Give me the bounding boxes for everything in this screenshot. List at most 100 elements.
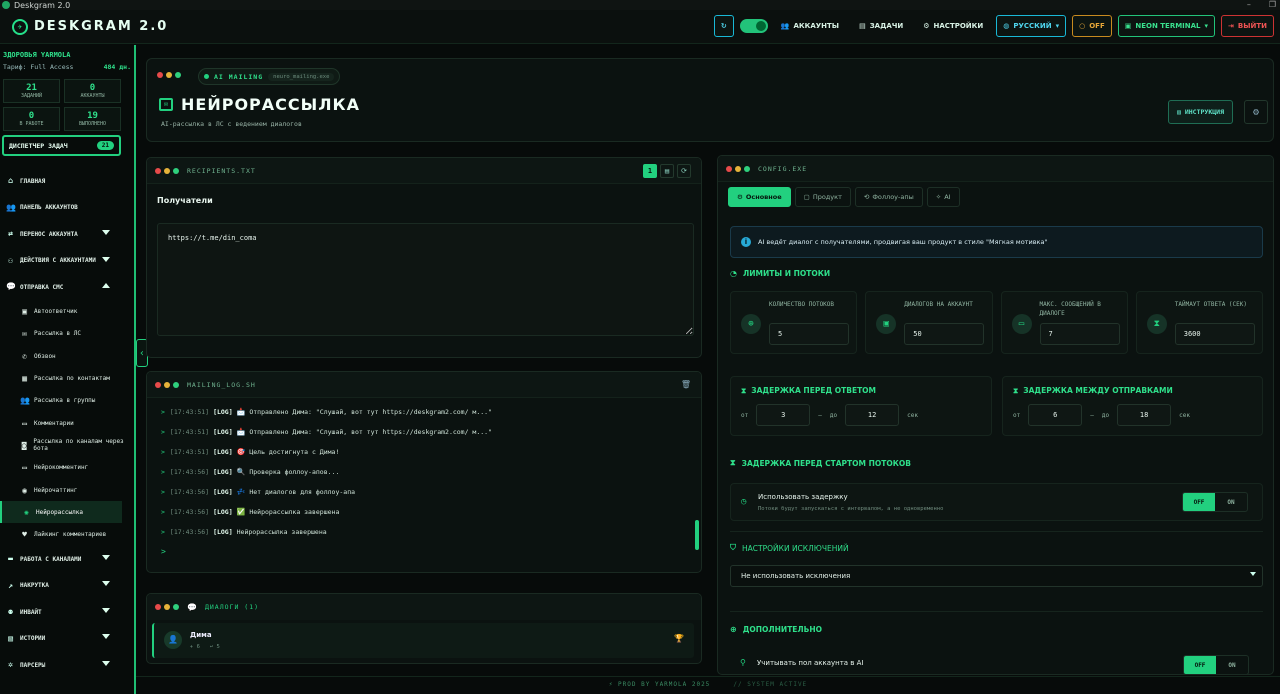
- window-dots: [726, 165, 750, 172]
- language-select[interactable]: ◍ РУССКИЙ ▾: [996, 15, 1067, 37]
- gear-icon: ⚙: [737, 193, 743, 201]
- file-icon[interactable]: ▤: [660, 164, 674, 178]
- sidebar-item-label: ПАНЕЛЬ АККАУНТОВ: [20, 204, 78, 212]
- reply-delay-min-input[interactable]: [756, 404, 811, 426]
- start-delay-switch[interactable]: OFF ON: [1182, 492, 1248, 512]
- recipients-textarea[interactable]: https://t.me/din_coma: [157, 223, 694, 336]
- reply-delay-title: ⧗ ЗАДЕРЖКА ПЕРЕД ОТВЕТОМ: [741, 386, 877, 395]
- hourglass-icon: ⧗: [1013, 386, 1019, 395]
- dispatcher-label: ДИСПЕТЧЕР ЗАДАЧ: [9, 141, 68, 150]
- sync-icon[interactable]: ⟳: [677, 164, 691, 178]
- gender-ai-switch[interactable]: OFF ON: [1183, 655, 1249, 674]
- sidebar-subitem-label: Нейрочаттинг: [34, 486, 78, 494]
- instructions-button[interactable]: ▥ ИНСТРУКЦИЯ: [1167, 100, 1233, 124]
- sidebar-subitem-dm[interactable]: ✉ Рассылка в ЛС: [0, 323, 134, 345]
- panel-title: RECIPIENTS.TXT: [187, 166, 256, 175]
- log-scrollbar[interactable]: [695, 520, 699, 550]
- user-plan: Тариф: Full Access 484 дн.: [3, 63, 131, 71]
- tab-followups[interactable]: ⟲ Фоллоу-апы: [854, 187, 923, 207]
- sidebar-item-accounts-panel[interactable]: 👥 ПАНЕЛЬ АККАУНТОВ: [0, 195, 134, 222]
- switch-off[interactable]: OFF: [1183, 493, 1215, 511]
- instructions-label: ИНСТРУКЦИЯ: [1184, 108, 1224, 116]
- page-settings-button[interactable]: ⚙: [1244, 100, 1268, 124]
- exclusions-select[interactable]: Не использовать исключения: [730, 565, 1263, 587]
- sidebar-subitem-autoreply[interactable]: ▣ Автоответчик: [0, 301, 134, 323]
- limit-card-messages: ▭ МАКС. СООБЩЕНИЙ В ДИАЛОГЕ: [1000, 291, 1128, 354]
- refresh-button[interactable]: ↻: [713, 15, 734, 37]
- task-dispatcher-button[interactable]: ДИСПЕТЧЕР ЗАДАЧ 21: [2, 135, 121, 156]
- page-number-button[interactable]: 1: [643, 164, 657, 178]
- trash-icon[interactable]: 🗑: [681, 380, 691, 389]
- theme-label: NEON TERMINAL: [1135, 22, 1201, 30]
- dialogs-per-account-input[interactable]: [904, 323, 985, 345]
- terminal-icon: ▣: [1124, 22, 1132, 30]
- off-button[interactable]: ○ OFF: [1072, 15, 1112, 37]
- log-line: > [17:43:56] [LOG] 💤 Нет диалогов для фоллоу…: [161, 488, 356, 496]
- sidebar-subitem-groups[interactable]: 👥 Рассылка в группы: [0, 390, 134, 412]
- dialog-name: Дима: [190, 631, 212, 639]
- switch-on[interactable]: ON: [1216, 656, 1248, 674]
- dialog-item[interactable]: 👤 Дима ✈ 6 ↩ 5 🏆: [152, 623, 694, 658]
- minimize-icon[interactable]: –: [1247, 0, 1251, 9]
- dialog-meta: ✈ 6 ↩ 5: [190, 644, 220, 650]
- sidebar-subitem-bot-channels[interactable]: ◙ Рассылка по каналам через бота: [0, 434, 134, 456]
- sidebar-item-parsers[interactable]: ✲ ПАРСЕРЫ: [0, 652, 134, 679]
- chevron-down-icon: [102, 634, 110, 640]
- message-icon: ▭: [1011, 314, 1032, 334]
- switch-off[interactable]: OFF: [1184, 656, 1216, 674]
- logout-label: ВЫЙТИ: [1237, 22, 1267, 30]
- settings-button[interactable]: ⚙ НАСТРОЙКИ: [916, 15, 990, 37]
- recipients-panel: RECIPIENTS.TXT 1 ▤ ⟳ Получатели https://…: [146, 157, 702, 358]
- sidebar-item-boost[interactable]: ↗ НАКРУТКА: [0, 572, 134, 599]
- log-output: > [17:43:51] [LOG] 📩 Отправлено Дима: "Слуша…: [147, 400, 699, 568]
- log-line: > [17:43:51] [LOG] 🎯 Цель достигнута с Дима!: [161, 448, 340, 456]
- chevron-down-icon: [1250, 572, 1256, 576]
- threads-input[interactable]: [769, 323, 849, 345]
- timeout-input[interactable]: [1174, 323, 1255, 345]
- start-delay-label: Использовать задержку: [758, 493, 848, 501]
- tab-ai[interactable]: ✧ AI: [926, 187, 960, 207]
- sidebar-subitem-neuromail[interactable]: ✺ Нейрорассылка: [0, 501, 122, 524]
- maximize-icon[interactable]: ❐: [1269, 0, 1276, 9]
- sidebar-item-transfer[interactable]: ⇄ ПЕРЕНОС АККАУНТА: [0, 221, 134, 248]
- accounts-button[interactable]: 👥 АККАУНТЫ: [774, 15, 846, 37]
- sidebar-item-main[interactable]: ⌂ ГЛАВНАЯ: [0, 168, 134, 195]
- chevron-down-icon: [102, 554, 110, 560]
- sidebar-subitem-neurocomment[interactable]: ▭ Нейрокомментинг: [0, 457, 134, 479]
- sidebar-subitem-label: Рассылка в группы: [34, 397, 96, 405]
- sidebar-subitem-comments[interactable]: ▭ Комментарии: [0, 412, 134, 434]
- comment-icon: ▭: [22, 418, 27, 428]
- sidebar-subitem-contacts[interactable]: ▦ Рассылка по контактам: [0, 367, 134, 389]
- sidebar-subitem-likes[interactable]: ♥ Лайкинг комментариев: [0, 523, 134, 545]
- tab-main[interactable]: ⚙ Основное: [728, 187, 791, 207]
- sparkle-icon: ✧: [935, 193, 942, 201]
- sidebar-item-invite[interactable]: ⚉ ИНВАЙТ: [0, 599, 134, 626]
- stat-card: 0В РАБОТЕ: [3, 107, 60, 131]
- log-prompt[interactable]: >: [161, 547, 685, 556]
- language-label: РУССКИЙ: [1013, 22, 1052, 30]
- tab-product[interactable]: ▢ Продукт: [794, 187, 851, 207]
- sidebar-item-sms[interactable]: 💬 ОТПРАВКА СМС: [0, 274, 134, 301]
- send-delay-max-input[interactable]: [1117, 404, 1172, 426]
- theme-select[interactable]: ▣ NEON TERMINAL ▾: [1117, 15, 1216, 37]
- top-bar: ✈ DESKGRAM 2.0 ↻ 👥 АККАУНТЫ ▤ ЗАДАЧИ ⚙ НАСТ…: [0, 10, 1280, 44]
- sidebar-subitem-calls[interactable]: ✆ Обзвон: [0, 345, 134, 367]
- sidebar-item-stories[interactable]: ▧ ИСТОРИИ: [0, 625, 134, 652]
- limits-grid: ⊕ КОЛИЧЕСТВО ПОТОКОВ ▣ ДИАЛОГОВ НА АККАУНТ…: [730, 291, 1263, 354]
- megaphone-icon: ▬: [8, 554, 13, 564]
- tasks-button[interactable]: ▤ ЗАДАЧИ: [852, 15, 910, 37]
- sidebar-subitem-neurochat[interactable]: ◉ Нейрочаттинг: [0, 479, 134, 501]
- page-subtitle: AI-рассылка в ЛС с ведением диалогов: [161, 120, 302, 128]
- sidebar-subitem-label: Обзвон: [34, 352, 56, 360]
- max-messages-input[interactable]: [1039, 323, 1120, 345]
- send-delay-min-input[interactable]: [1028, 404, 1083, 426]
- app-icon: [2, 1, 10, 9]
- sidebar-item-channels[interactable]: ▬ РАБОТА С КАНАЛАМИ: [0, 546, 134, 573]
- reply-delay-max-input[interactable]: [845, 404, 900, 426]
- sidebar-item-actions[interactable]: ⚇ ДЕЙСТВИЯ С АККАУНТАМИ: [0, 248, 134, 275]
- sidebar-item-label: РАБОТА С КАНАЛАМИ: [20, 555, 82, 563]
- logout-button[interactable]: ⇥ ВЫЙТИ: [1221, 15, 1274, 37]
- panel-header: RECIPIENTS.TXT: [147, 158, 701, 184]
- power-toggle[interactable]: [739, 19, 768, 33]
- switch-on[interactable]: ON: [1215, 493, 1247, 511]
